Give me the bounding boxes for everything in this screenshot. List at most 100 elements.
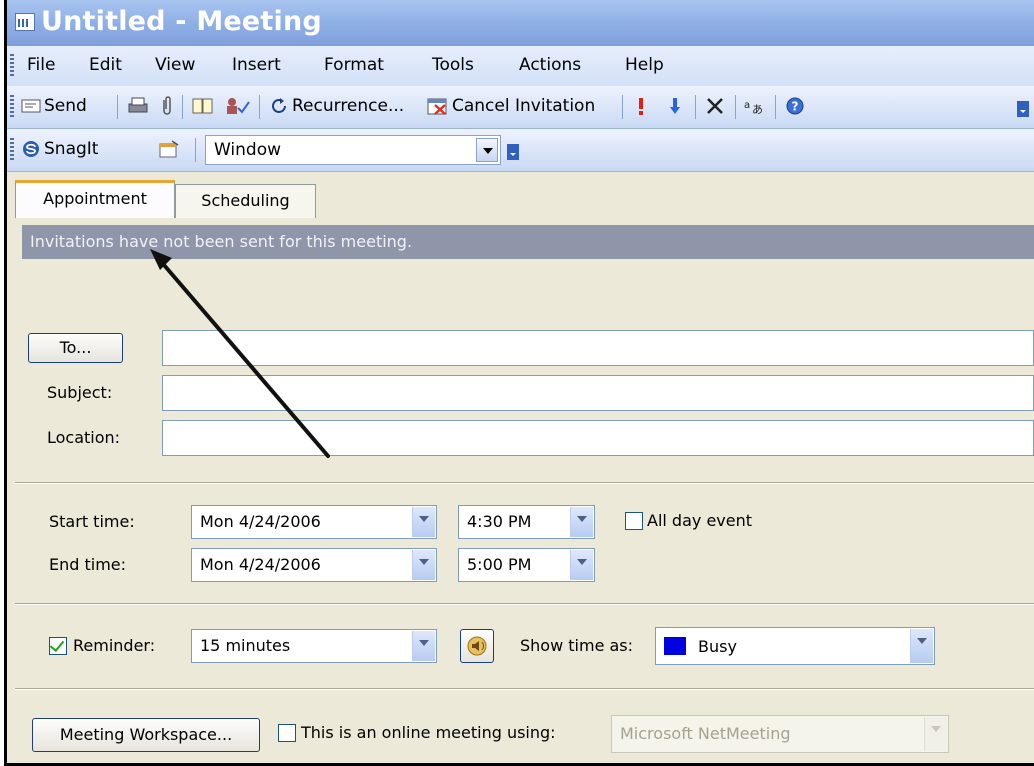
title-bar[interactable]: Untitled - Meeting	[7, 0, 1034, 46]
reminder-checkbox[interactable]	[49, 637, 67, 655]
end-time-select[interactable]: 5:00 PM	[458, 548, 595, 582]
all-day-label: All day event	[647, 511, 753, 530]
address-book-button[interactable]	[192, 94, 217, 118]
help-icon: ?	[786, 97, 804, 115]
calendar-icon	[15, 13, 35, 31]
cancel-calendar-icon	[427, 98, 447, 115]
chevron-down-icon[interactable]	[412, 631, 435, 661]
svg-text:?: ?	[792, 100, 799, 114]
toolbar-separator	[775, 95, 776, 119]
snagit-button[interactable]: SnagIt	[21, 137, 98, 161]
window-title: Untitled - Meeting	[41, 6, 322, 37]
menu-tools[interactable]: Tools	[432, 55, 474, 75]
chevron-down-icon[interactable]	[570, 550, 593, 580]
toolbar-separator	[735, 95, 736, 119]
envelope-icon	[21, 99, 41, 113]
divider	[15, 482, 1034, 484]
start-date-select[interactable]: Mon 4/24/2006	[191, 505, 437, 539]
menu-view[interactable]: View	[155, 55, 195, 75]
show-time-label: Show time as:	[520, 636, 634, 655]
to-button[interactable]: To...	[28, 333, 123, 363]
meeting-window: Untitled - Meeting File Edit View Insert…	[4, 0, 1034, 766]
tab-strip: Appointment Scheduling	[7, 172, 1034, 218]
location-input[interactable]	[162, 420, 1034, 456]
toolbar-separator	[117, 95, 118, 119]
snagit-logo-icon	[23, 141, 39, 157]
reminder-sound-button[interactable]	[460, 629, 494, 663]
divider	[15, 688, 1034, 690]
subject-label: Subject:	[47, 383, 113, 402]
chevron-down-icon	[1017, 101, 1029, 117]
toolbar-separator	[622, 95, 623, 119]
chevron-down-icon[interactable]	[910, 629, 933, 663]
toolbar-overflow[interactable]	[1017, 100, 1029, 124]
exclamation-icon	[639, 98, 643, 115]
busy-color-swatch	[664, 637, 686, 655]
menu-edit[interactable]: Edit	[89, 55, 122, 75]
chevron-down-icon[interactable]	[476, 138, 498, 162]
speaker-icon	[467, 636, 487, 656]
send-button[interactable]: Send	[21, 94, 87, 118]
recurrence-button[interactable]: Recurrence...	[269, 94, 404, 118]
to-input[interactable]	[162, 330, 1034, 366]
menu-bar: File Edit View Insert Format Tools Actio…	[7, 46, 1034, 86]
menu-insert[interactable]: Insert	[232, 55, 281, 75]
recurrence-icon	[272, 98, 286, 113]
menu-help[interactable]: Help	[625, 55, 664, 75]
chevron-down-icon	[507, 144, 519, 160]
online-meeting-label: This is an online meeting using:	[301, 723, 556, 742]
help-button[interactable]: ?	[785, 94, 808, 118]
snagit-toolbar: SnagIt Window	[7, 129, 1034, 172]
meeting-workspace-button[interactable]: Meeting Workspace...	[32, 718, 260, 752]
toolbar-separator	[182, 95, 183, 119]
toolbar-overflow[interactable]	[507, 143, 519, 167]
toolbar-grip[interactable]	[10, 95, 14, 119]
delete-x-icon	[707, 98, 723, 114]
divider	[15, 603, 1034, 605]
low-importance-button[interactable]	[669, 94, 684, 118]
info-bar: Invitations have not been sent for this …	[22, 225, 1034, 259]
cancel-invitation-button[interactable]: Cancel Invitation	[427, 94, 595, 118]
chevron-down-icon[interactable]	[412, 550, 435, 580]
tab-appointment[interactable]: Appointment	[15, 180, 175, 218]
printer-icon	[128, 97, 148, 113]
attach-button[interactable]	[160, 94, 175, 118]
menu-format[interactable]: Format	[324, 55, 384, 75]
chevron-down-icon[interactable]	[924, 717, 947, 751]
print-button[interactable]	[127, 94, 152, 118]
svg-text:あ: あ	[752, 103, 763, 116]
end-date-select[interactable]: Mon 4/24/2006	[191, 548, 437, 582]
high-importance-button[interactable]	[637, 94, 648, 118]
subject-input[interactable]	[162, 375, 1034, 411]
menu-actions[interactable]: Actions	[519, 55, 581, 75]
chevron-down-icon[interactable]	[570, 507, 593, 537]
check-names-button[interactable]	[224, 94, 253, 118]
toolbar-separator	[259, 95, 260, 119]
online-meeting-select[interactable]: Microsoft NetMeeting	[611, 715, 949, 753]
toolbar-grip[interactable]	[10, 138, 14, 162]
chevron-down-icon[interactable]	[412, 507, 435, 537]
reminder-label: Reminder:	[73, 636, 156, 655]
menu-file[interactable]: File	[27, 55, 55, 75]
menu-grip[interactable]	[10, 54, 14, 78]
location-label: Location:	[47, 428, 121, 447]
all-day-checkbox[interactable]	[625, 512, 643, 530]
paperclip-icon	[163, 96, 171, 115]
show-time-select[interactable]: Busy	[655, 627, 935, 665]
reminder-select[interactable]: 15 minutes	[191, 629, 437, 663]
down-arrow-icon	[670, 98, 680, 114]
toolbar-separator	[195, 138, 196, 162]
standard-toolbar: Send Recurrence... Cancel Invitation a あ…	[7, 86, 1034, 129]
capture-icon	[159, 140, 179, 158]
tab-scheduling[interactable]: Scheduling	[175, 184, 316, 218]
translate-button[interactable]: aあ	[743, 94, 770, 118]
snagit-profile-button[interactable]	[159, 137, 184, 161]
delete-button[interactable]	[705, 94, 728, 118]
toolbar-separator	[695, 95, 696, 119]
address-book-icon	[192, 98, 213, 114]
end-time-label: End time:	[49, 555, 127, 574]
snagit-mode-dropdown[interactable]: Window	[205, 135, 501, 165]
online-meeting-checkbox[interactable]	[278, 724, 296, 742]
start-time-select[interactable]: 4:30 PM	[458, 505, 595, 539]
appointment-panel: Invitations have not been sent for this …	[15, 218, 1034, 763]
